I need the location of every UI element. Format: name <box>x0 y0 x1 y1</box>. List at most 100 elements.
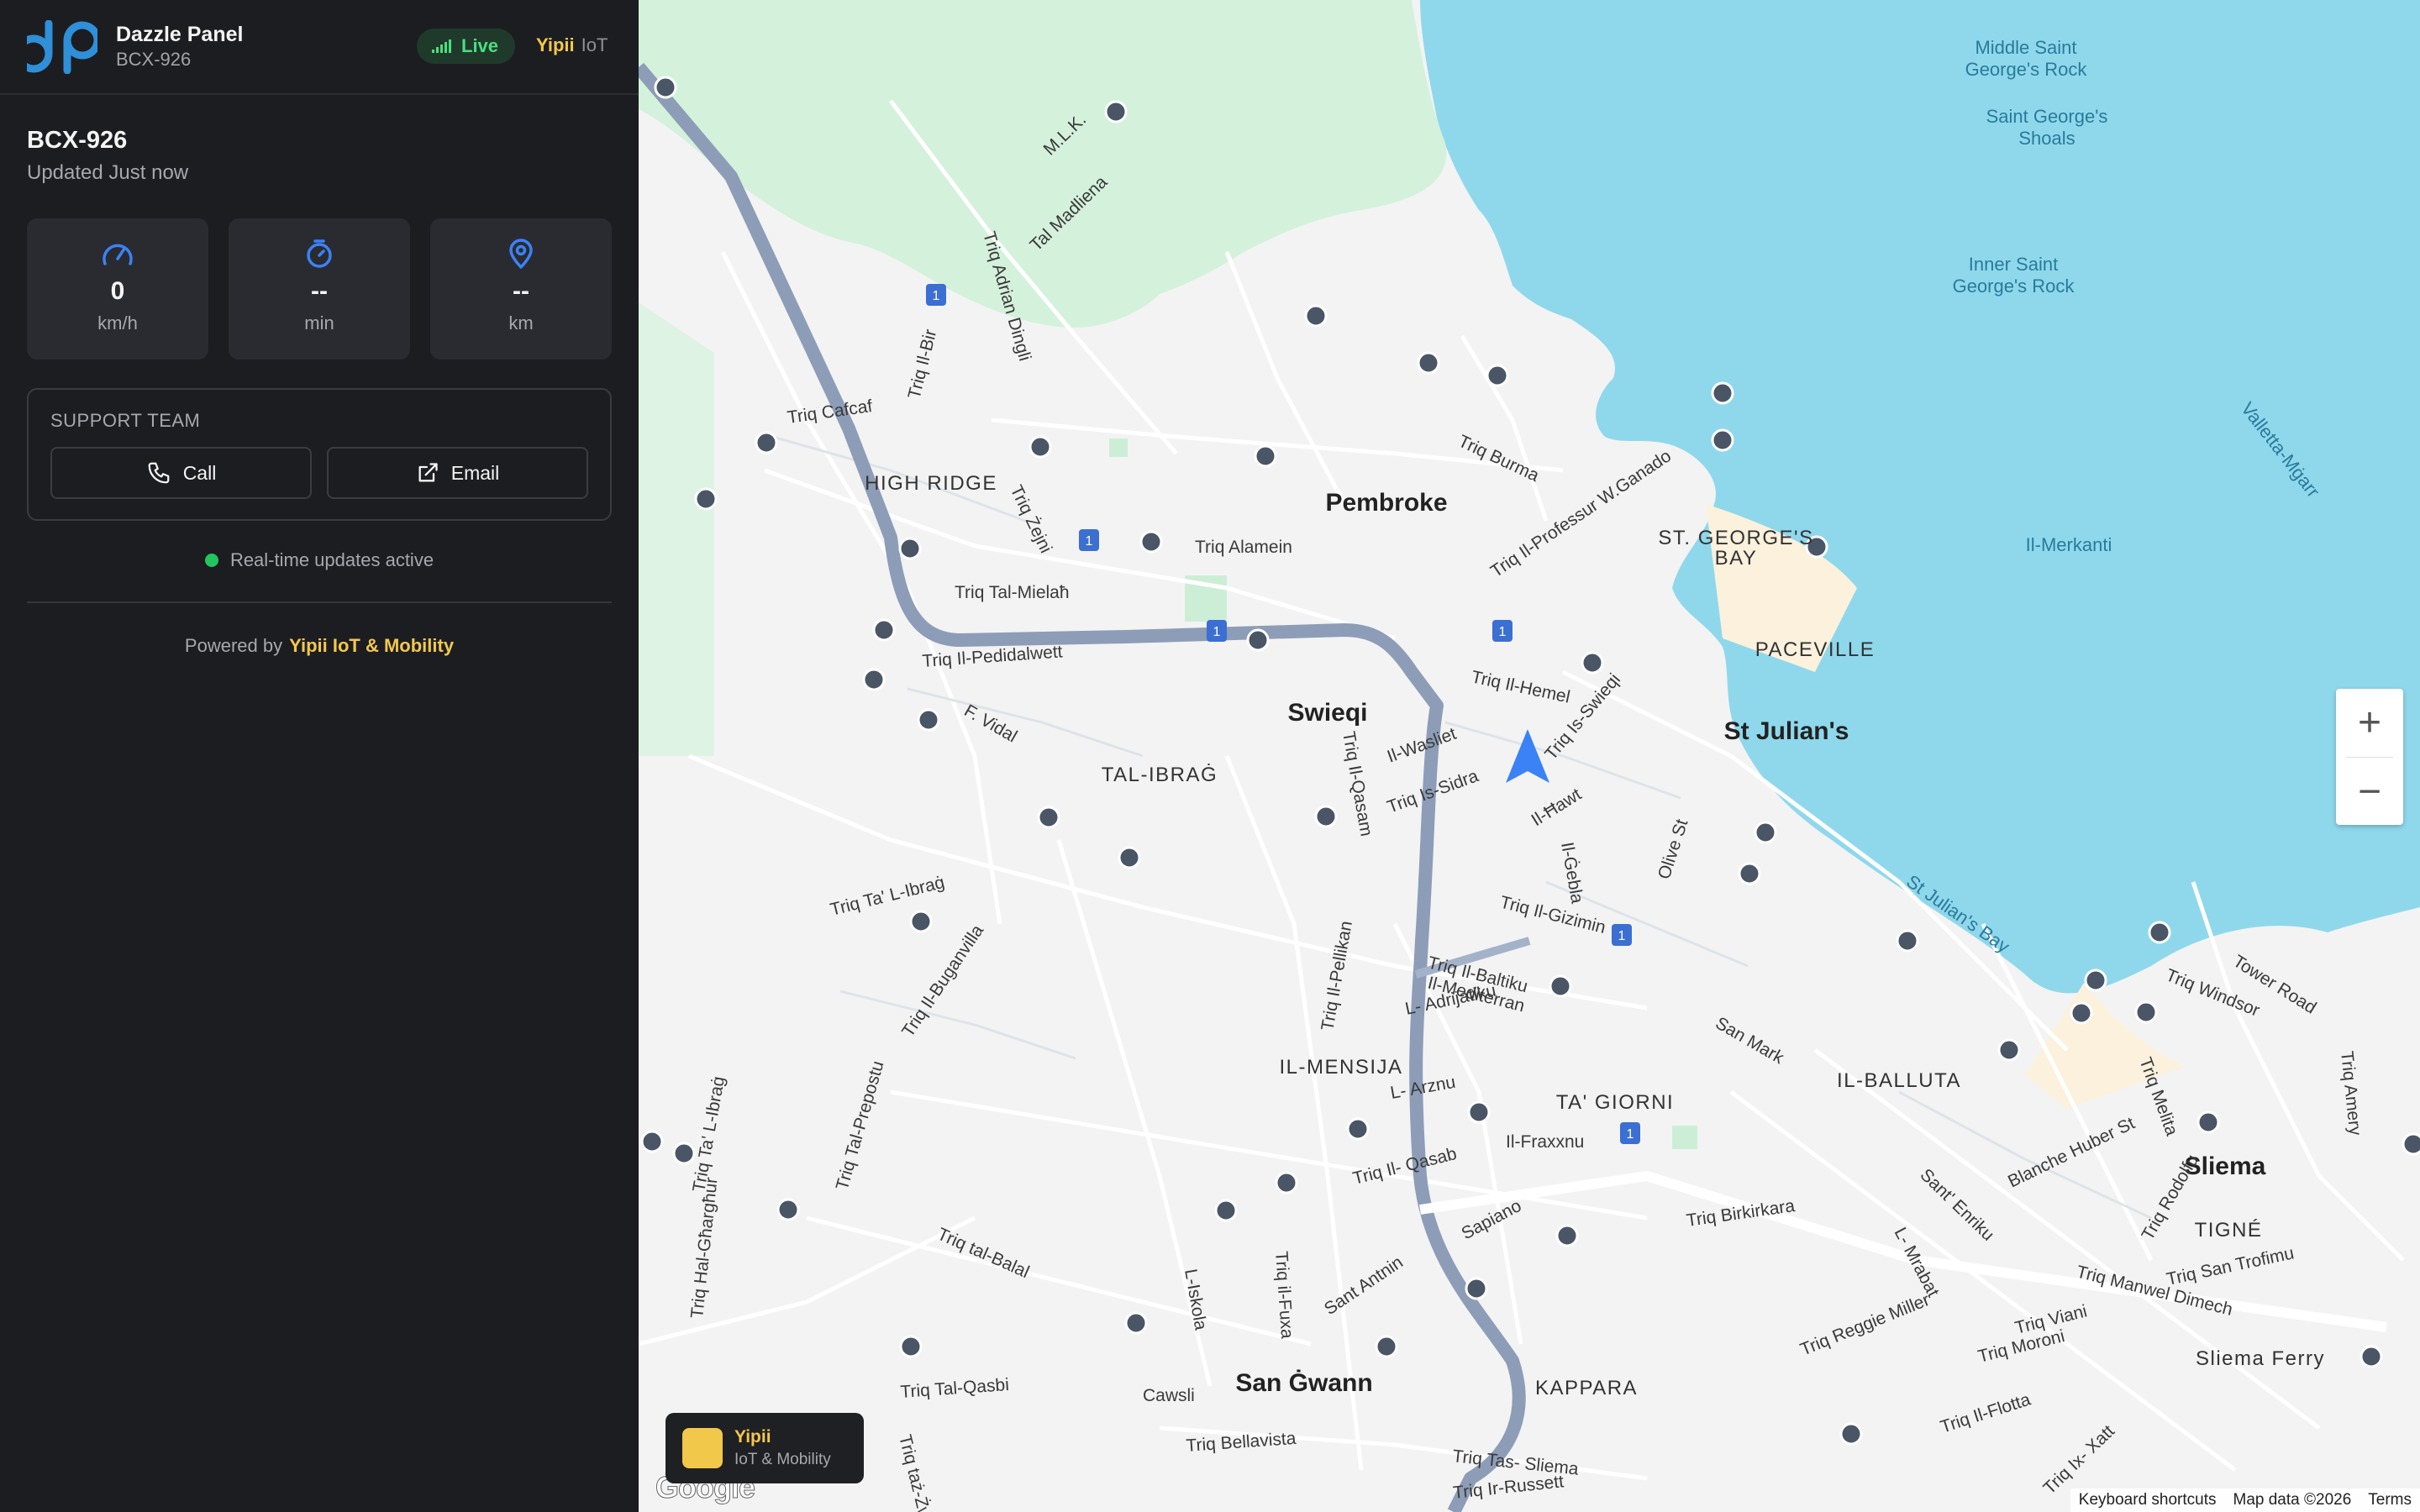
bus-stop-icon <box>1555 1224 1579 1247</box>
bus-stop-icon <box>898 537 922 560</box>
vehicle-info: BCX-926 Updated Just now <box>0 95 639 185</box>
route-label: 1 <box>933 289 940 303</box>
map-label: TAL-IBRAĠ <box>1102 763 1218 786</box>
map-label: Triq Il-Hemel <box>1470 667 1572 706</box>
map-label: Il-Ħawt <box>1528 785 1585 830</box>
bus-stop-icon <box>1465 1277 1488 1300</box>
map-label: BAY <box>1715 547 1758 570</box>
bus-stop-icon <box>1124 1311 1148 1335</box>
bus-stop-icon <box>1486 364 1509 387</box>
speed-value: 0 <box>110 277 125 305</box>
map-label: Inner Saint <box>1969 254 2058 275</box>
map-label: Triq Reggie Miller <box>1797 1290 1932 1360</box>
map-label: Sliema Ferry <box>2196 1347 2325 1370</box>
zoom-in-button[interactable]: + <box>2336 689 2403 757</box>
terms-link[interactable]: Terms <box>2360 1491 2420 1509</box>
location-pin-icon <box>509 239 533 269</box>
map-label: Triq Il-Bir <box>905 328 941 401</box>
map-label: Saint George's <box>1986 106 2108 127</box>
map-label: St Julian's <box>1724 717 1849 745</box>
map-label: ST. GEORGE'S <box>1658 527 1813 549</box>
badge-subtitle: IoT & Mobility <box>734 1451 831 1468</box>
map-label: Triq Ta' L-Ibraġ <box>689 1075 729 1194</box>
bus-stop-icon <box>1139 530 1163 554</box>
map-label: Triq Il-Pedidalwett <box>922 642 1064 671</box>
map-label: Swieqi <box>1287 699 1367 727</box>
bus-stop-icon <box>1375 1335 1398 1358</box>
bus-stop-icon <box>1304 304 1328 328</box>
map-label: PACEVILLE <box>1755 638 1875 661</box>
route-shields: 1 1 1 1 1 1 <box>926 284 1640 1144</box>
phone-icon <box>148 462 170 484</box>
zoom-control: + − <box>2336 689 2403 825</box>
map-label: Il-Wasliet <box>1385 724 1459 767</box>
bus-stop-icon <box>1738 862 1761 885</box>
bus-stop-icon <box>1118 846 1141 869</box>
stats-row: 0 km/h -- min -- km <box>0 218 639 360</box>
bus-stop-icon <box>776 1198 800 1221</box>
bus-stop-icon <box>640 1130 664 1153</box>
bus-stop-icon <box>2134 1000 2158 1024</box>
brand-block: Dazzle Panel BCX-926 <box>116 22 243 72</box>
map-label: Olive St <box>1655 816 1692 881</box>
bus-stop-icon <box>1028 435 1052 459</box>
email-button[interactable]: Email <box>327 447 588 499</box>
bus-stop-icon <box>1417 351 1440 375</box>
route-label: 1 <box>1499 625 1507 639</box>
brand-name: Yipii <box>536 34 575 55</box>
time-stat-card: -- min <box>229 218 410 360</box>
bus-stop-icon <box>1275 1171 1298 1194</box>
bus-stop-icon <box>1467 1100 1491 1124</box>
bus-stop-icon <box>1104 100 1128 123</box>
map-label: Triq il-Fuxa <box>1271 1251 1297 1340</box>
map-label: L-Iskola <box>1181 1268 1210 1332</box>
email-label: Email <box>450 461 500 484</box>
map-label: Il-Merkanti <box>2026 534 2112 555</box>
time-value: -- <box>311 277 328 305</box>
map-label: Triq Tal-Mielaħ <box>955 583 1070 602</box>
bus-stop-icon <box>1549 974 1572 998</box>
brand-suffix: IoT <box>581 34 608 55</box>
support-title: SUPPORT TEAM <box>50 410 201 431</box>
signal-icon <box>432 39 451 53</box>
bus-stop-icon <box>1711 381 1734 405</box>
realtime-status: Real-time updates active <box>0 549 639 571</box>
badge-text: Yipii IoT & Mobility <box>734 1427 831 1469</box>
vehicle-id: BCX-926 <box>27 127 128 154</box>
map-label: George's Rock <box>1965 59 2088 80</box>
powered-brand: Yipii IoT & Mobility <box>289 635 455 656</box>
speedometer-icon <box>103 244 133 265</box>
map-label: TIGNÉ <box>2195 1219 2263 1242</box>
top-bar: Dazzle Panel BCX-926 Live Yipii IoT <box>0 0 639 95</box>
zoom-out-button[interactable]: − <box>2336 758 2403 826</box>
bus-stop-icon <box>755 431 778 454</box>
updated-time: Updated Just now <box>27 161 189 184</box>
top-brand: Yipii IoT <box>536 34 608 56</box>
route-label: 1 <box>1213 625 1221 639</box>
map-view[interactable]: 1 1 1 1 1 1 Middle Saint George's Rock S… <box>639 0 2420 1512</box>
map-label: Shoals <box>2018 128 2075 149</box>
bus-stop-icon <box>1754 821 1777 844</box>
map-label: San Ġwann <box>1235 1369 1372 1397</box>
map-label: Triq taż-Żwejt <box>895 1433 939 1512</box>
distance-stat-card: -- km <box>430 218 612 360</box>
bus-stop-icon <box>2084 969 2107 992</box>
map-label: Triq Ix- Xatt <box>2039 1421 2118 1499</box>
live-status-badge: Live <box>417 29 516 64</box>
park-area <box>639 302 714 756</box>
map-label: Triq San Trofimu <box>2165 1243 2296 1289</box>
bus-stop-icon <box>2360 1345 2383 1368</box>
yipii-map-badge: Yipii IoT & Mobility <box>666 1413 864 1483</box>
call-button[interactable]: Call <box>50 447 312 499</box>
bus-stop-icon <box>1254 444 1277 468</box>
map-label: Cawsli <box>1143 1386 1195 1405</box>
keyboard-shortcuts-link[interactable]: Keyboard shortcuts <box>2070 1491 2225 1509</box>
powered-prefix: Powered by <box>184 635 283 656</box>
bus-stop-icon <box>917 708 940 732</box>
map-label: IL-BALLUTA <box>1837 1069 1961 1092</box>
speed-unit: km/h <box>97 312 138 333</box>
map-label: Triq Burma <box>1455 432 1542 486</box>
map-canvas[interactable]: 1 1 1 1 1 1 Middle Saint George's Rock S… <box>639 0 2420 1512</box>
map-label: Triq Il-Qasam <box>1339 730 1376 837</box>
map-label: IL-MENSIJA <box>1279 1056 1402 1079</box>
